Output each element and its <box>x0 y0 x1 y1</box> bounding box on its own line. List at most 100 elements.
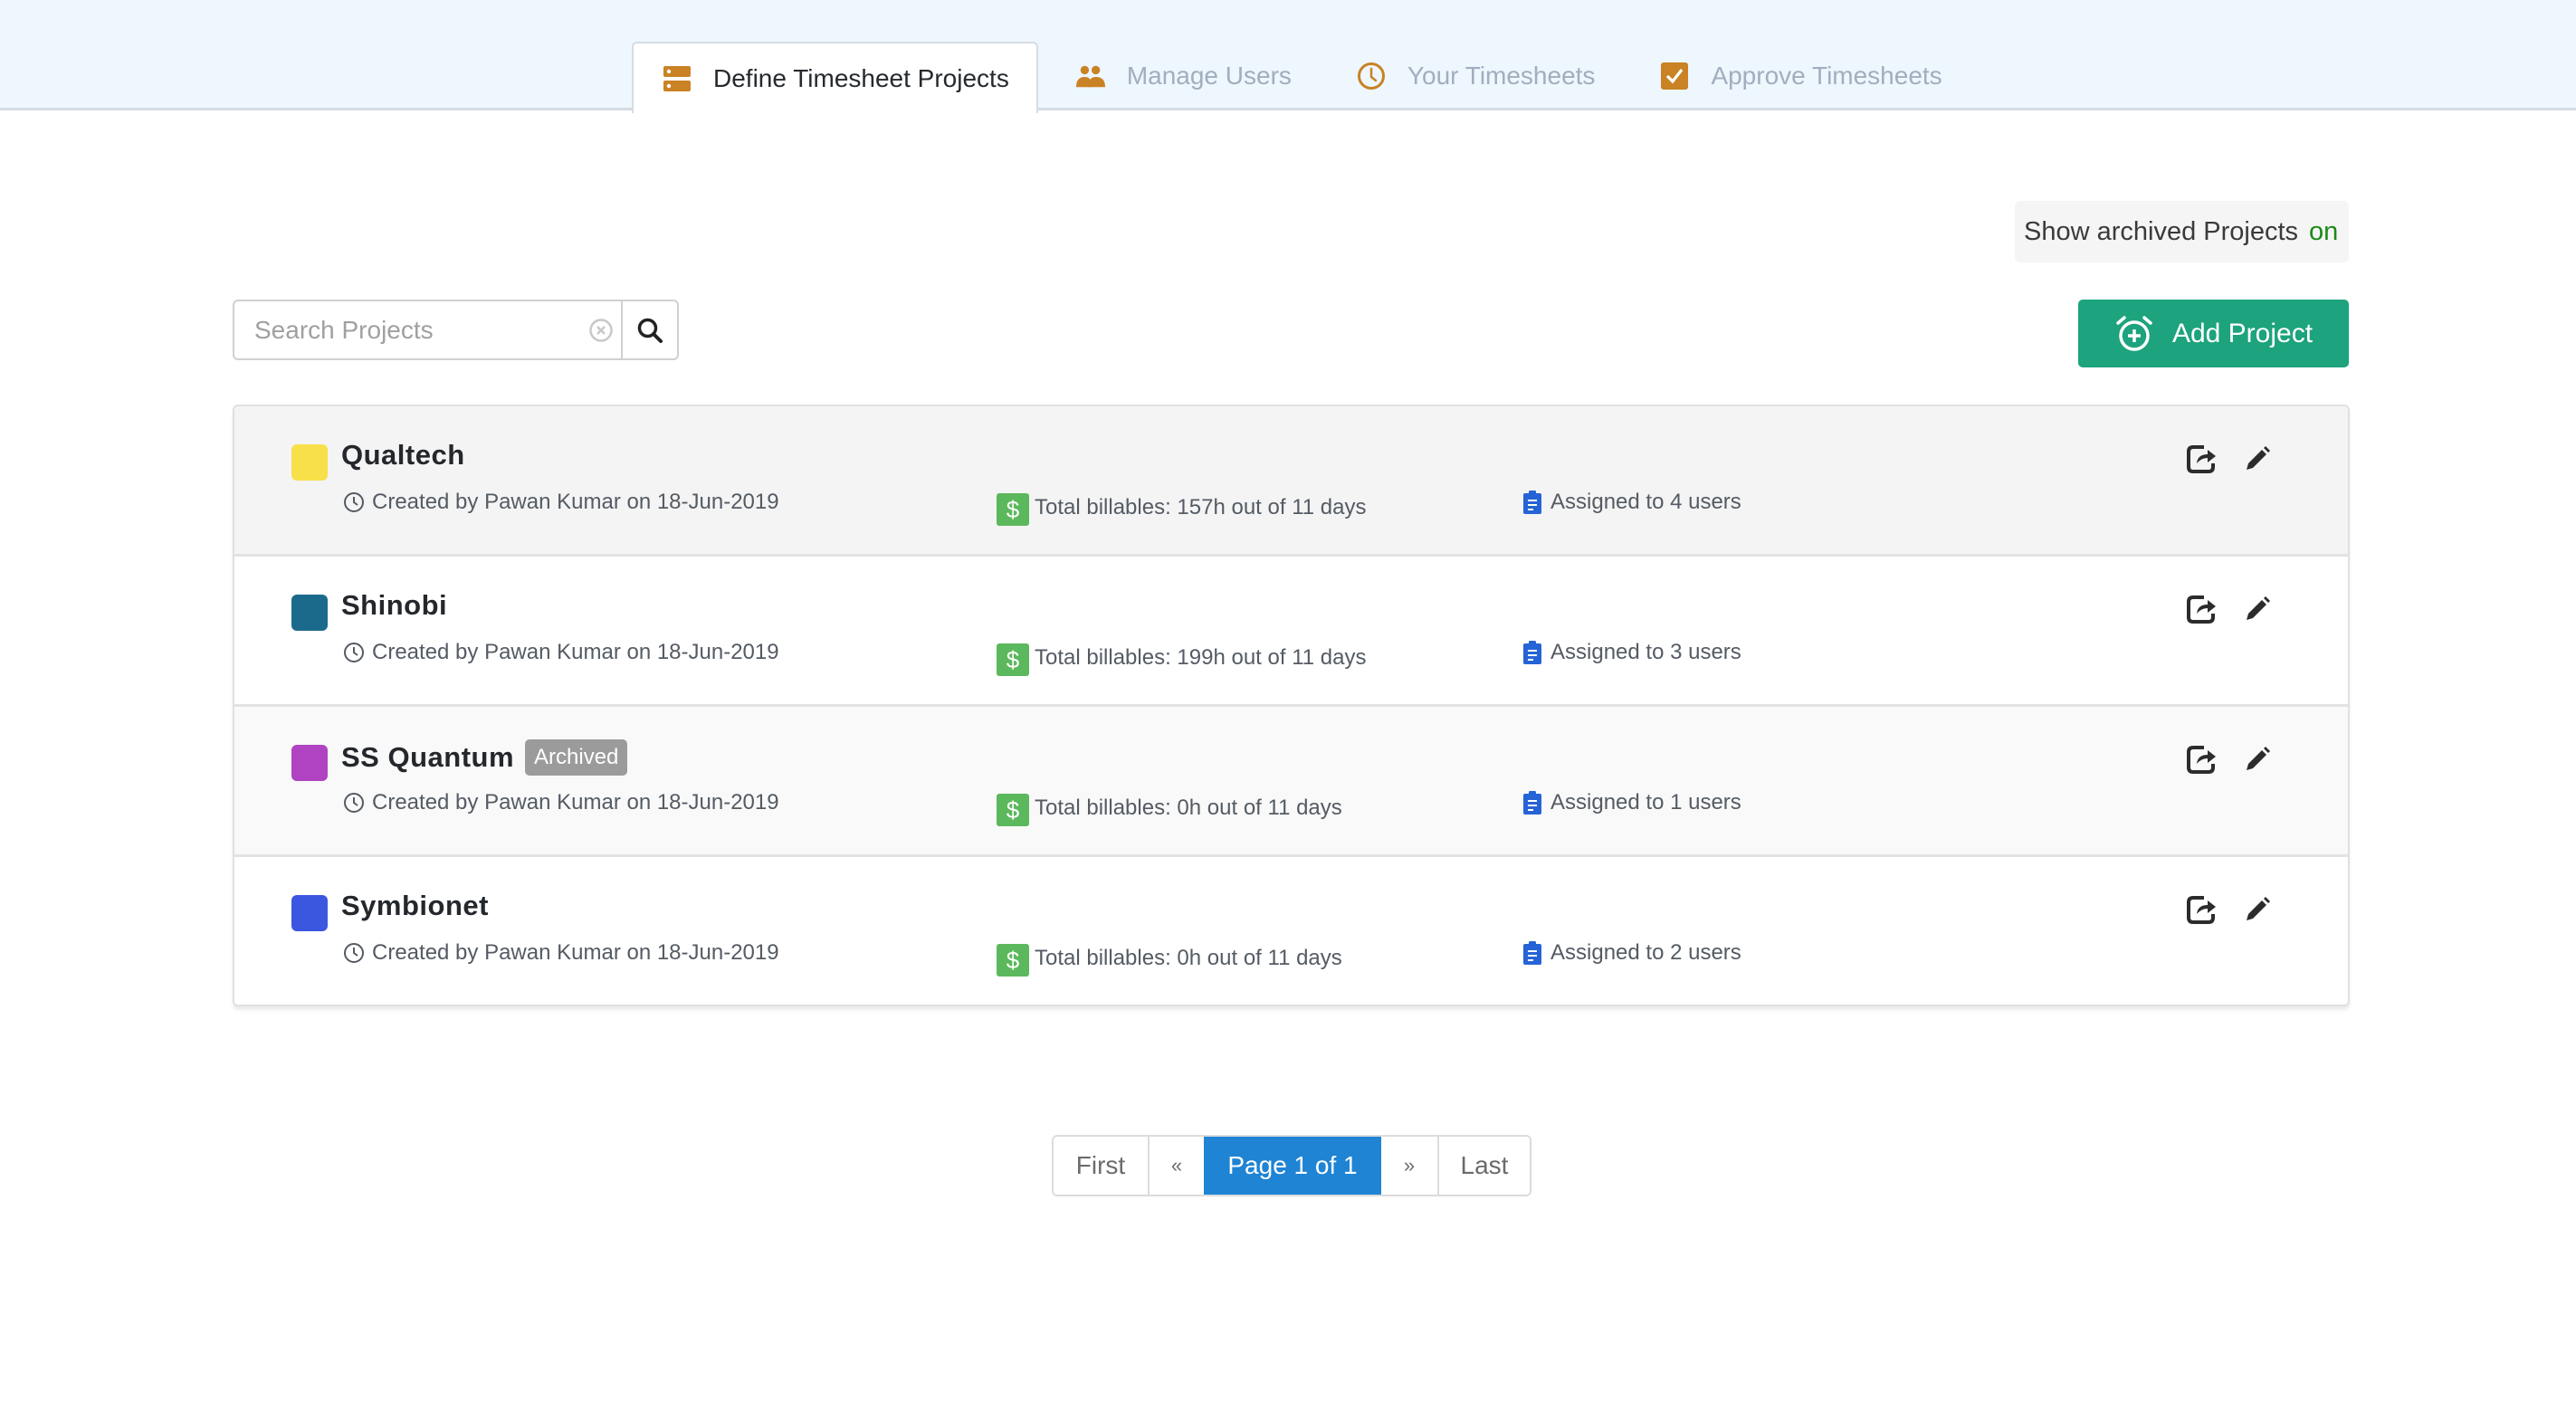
prev-page-button[interactable]: « <box>1148 1137 1204 1195</box>
show-archived-toggle[interactable]: Show archived Projects on <box>2015 201 2349 262</box>
search-group <box>233 300 679 360</box>
tab-bar: Define Timesheet Projects Manage Users Y… <box>632 42 1970 113</box>
billables-text: Total billables: 157h out of 11 days <box>1035 495 1367 519</box>
current-page-indicator[interactable]: Page 1 of 1 <box>1204 1137 1381 1195</box>
project-color-swatch <box>291 745 328 781</box>
billables-text: Total billables: 0h out of 11 days <box>1035 946 1342 970</box>
project-name-text: Shinobi <box>341 589 448 621</box>
pencil-icon <box>2247 897 2270 920</box>
tab-label: Your Timesheets <box>1407 62 1596 90</box>
clipboard-icon <box>1522 490 1543 515</box>
assigned-text: Assigned to 4 users <box>1550 490 1741 514</box>
share-icon <box>2187 595 2216 624</box>
share-button[interactable] <box>2183 441 2219 477</box>
pencil-icon <box>2247 446 2270 470</box>
project-name-text: SS Quantum <box>341 741 515 773</box>
created-text: Created by Pawan Kumar on 18-Jun-2019 <box>372 640 779 664</box>
project-row[interactable]: Symbionet Created by Pawan Kumar on 18-J… <box>234 857 2348 1005</box>
share-icon <box>2187 445 2216 473</box>
tab-define-timesheet-projects[interactable]: Define Timesheet Projects <box>632 42 1038 113</box>
project-name: Symbionet <box>341 890 489 922</box>
assigned-info: Assigned to 1 users <box>1522 790 1741 815</box>
edit-button[interactable] <box>2239 891 2275 928</box>
users-icon <box>1075 62 1105 91</box>
project-name: SS Quantum Archived <box>341 739 628 776</box>
share-button[interactable] <box>2183 741 2219 777</box>
created-info: Created by Pawan Kumar on 18-Jun-2019 <box>343 790 779 815</box>
project-row[interactable]: SS Quantum Archived Created by Pawan Kuma… <box>234 707 2348 857</box>
created-info: Created by Pawan Kumar on 18-Jun-2019 <box>343 940 779 966</box>
alarm-add-icon <box>2116 315 2152 351</box>
billables-text: Total billables: 199h out of 11 days <box>1035 645 1367 670</box>
clipboard-icon <box>1522 790 1543 815</box>
first-page-button[interactable]: First <box>1054 1137 1148 1195</box>
clipboard-icon <box>1522 640 1543 665</box>
created-info: Created by Pawan Kumar on 18-Jun-2019 <box>343 490 779 515</box>
search-button[interactable] <box>620 301 677 358</box>
clear-icon <box>589 318 613 342</box>
created-text: Created by Pawan Kumar on 18-Jun-2019 <box>372 790 779 815</box>
archived-badge: Archived <box>525 739 628 776</box>
project-name: Qualtech <box>341 439 465 472</box>
created-info: Created by Pawan Kumar on 18-Jun-2019 <box>343 640 779 665</box>
pencil-icon <box>2247 596 2270 620</box>
pagination: First « Page 1 of 1 » Last <box>1052 1135 1531 1196</box>
share-icon <box>2187 746 2216 774</box>
clock-icon <box>343 642 365 663</box>
share-button[interactable] <box>2183 891 2219 928</box>
search-icon <box>637 318 663 343</box>
row-actions <box>2183 591 2275 627</box>
project-name-text: Qualtech <box>341 439 465 471</box>
clipboard-icon <box>1522 940 1543 966</box>
server-icon <box>663 64 692 93</box>
assigned-info: Assigned to 3 users <box>1522 640 1741 665</box>
tab-manage-users[interactable]: Manage Users <box>1049 42 1319 110</box>
clock-icon <box>343 792 365 814</box>
row-actions <box>2183 741 2275 777</box>
clock-icon <box>1357 62 1386 91</box>
project-color-swatch <box>291 595 328 631</box>
clock-icon <box>343 942 365 964</box>
billables-text: Total billables: 0h out of 11 days <box>1035 796 1342 820</box>
dollar-icon: $ <box>997 643 1029 676</box>
billables-info: $ Total billables: 199h out of 11 days <box>997 640 1366 676</box>
clear-search-button[interactable] <box>581 301 621 358</box>
project-row[interactable]: Shinobi Created by Pawan Kumar on 18-Jun… <box>234 557 2348 707</box>
edit-button[interactable] <box>2239 591 2275 627</box>
archived-toggle-state: on <box>2309 216 2339 246</box>
assigned-text: Assigned to 2 users <box>1550 940 1741 965</box>
clock-icon <box>343 491 365 513</box>
tab-label: Define Timesheet Projects <box>713 63 1009 92</box>
assigned-text: Assigned to 1 users <box>1550 790 1741 815</box>
project-list: Qualtech Created by Pawan Kumar on 18-Ju… <box>233 405 2350 1006</box>
assigned-info: Assigned to 2 users <box>1522 940 1741 966</box>
project-color-swatch <box>291 895 328 931</box>
next-page-button[interactable]: » <box>1381 1137 1437 1195</box>
share-icon <box>2187 896 2216 924</box>
share-button[interactable] <box>2183 591 2219 627</box>
tab-approve-timesheets[interactable]: Approve Timesheets <box>1633 42 1969 110</box>
billables-info: $ Total billables: 0h out of 11 days <box>997 940 1342 977</box>
tab-label: Manage Users <box>1126 62 1292 90</box>
billables-info: $ Total billables: 0h out of 11 days <box>997 790 1342 826</box>
last-page-button[interactable]: Last <box>1437 1137 1530 1195</box>
top-nav-bar: Define Timesheet Projects Manage Users Y… <box>0 0 2576 113</box>
project-color-swatch <box>291 444 328 481</box>
edit-button[interactable] <box>2239 441 2275 477</box>
created-text: Created by Pawan Kumar on 18-Jun-2019 <box>372 940 779 965</box>
search-input[interactable] <box>234 301 581 358</box>
dollar-icon: $ <box>997 944 1029 977</box>
checkbox-icon <box>1660 62 1689 91</box>
edit-button[interactable] <box>2239 741 2275 777</box>
project-name-text: Symbionet <box>341 890 489 921</box>
add-project-button[interactable]: Add Project <box>2078 300 2349 367</box>
created-text: Created by Pawan Kumar on 18-Jun-2019 <box>372 490 779 514</box>
row-actions <box>2183 891 2275 928</box>
project-row[interactable]: Qualtech Created by Pawan Kumar on 18-Ju… <box>234 406 2348 557</box>
dollar-icon: $ <box>997 493 1029 526</box>
pencil-icon <box>2247 747 2270 770</box>
add-project-label: Add Project <box>2171 318 2314 348</box>
tab-your-timesheets[interactable]: Your Timesheets <box>1330 42 1623 110</box>
assigned-text: Assigned to 3 users <box>1550 640 1741 664</box>
tab-label: Approve Timesheets <box>1711 62 1942 90</box>
